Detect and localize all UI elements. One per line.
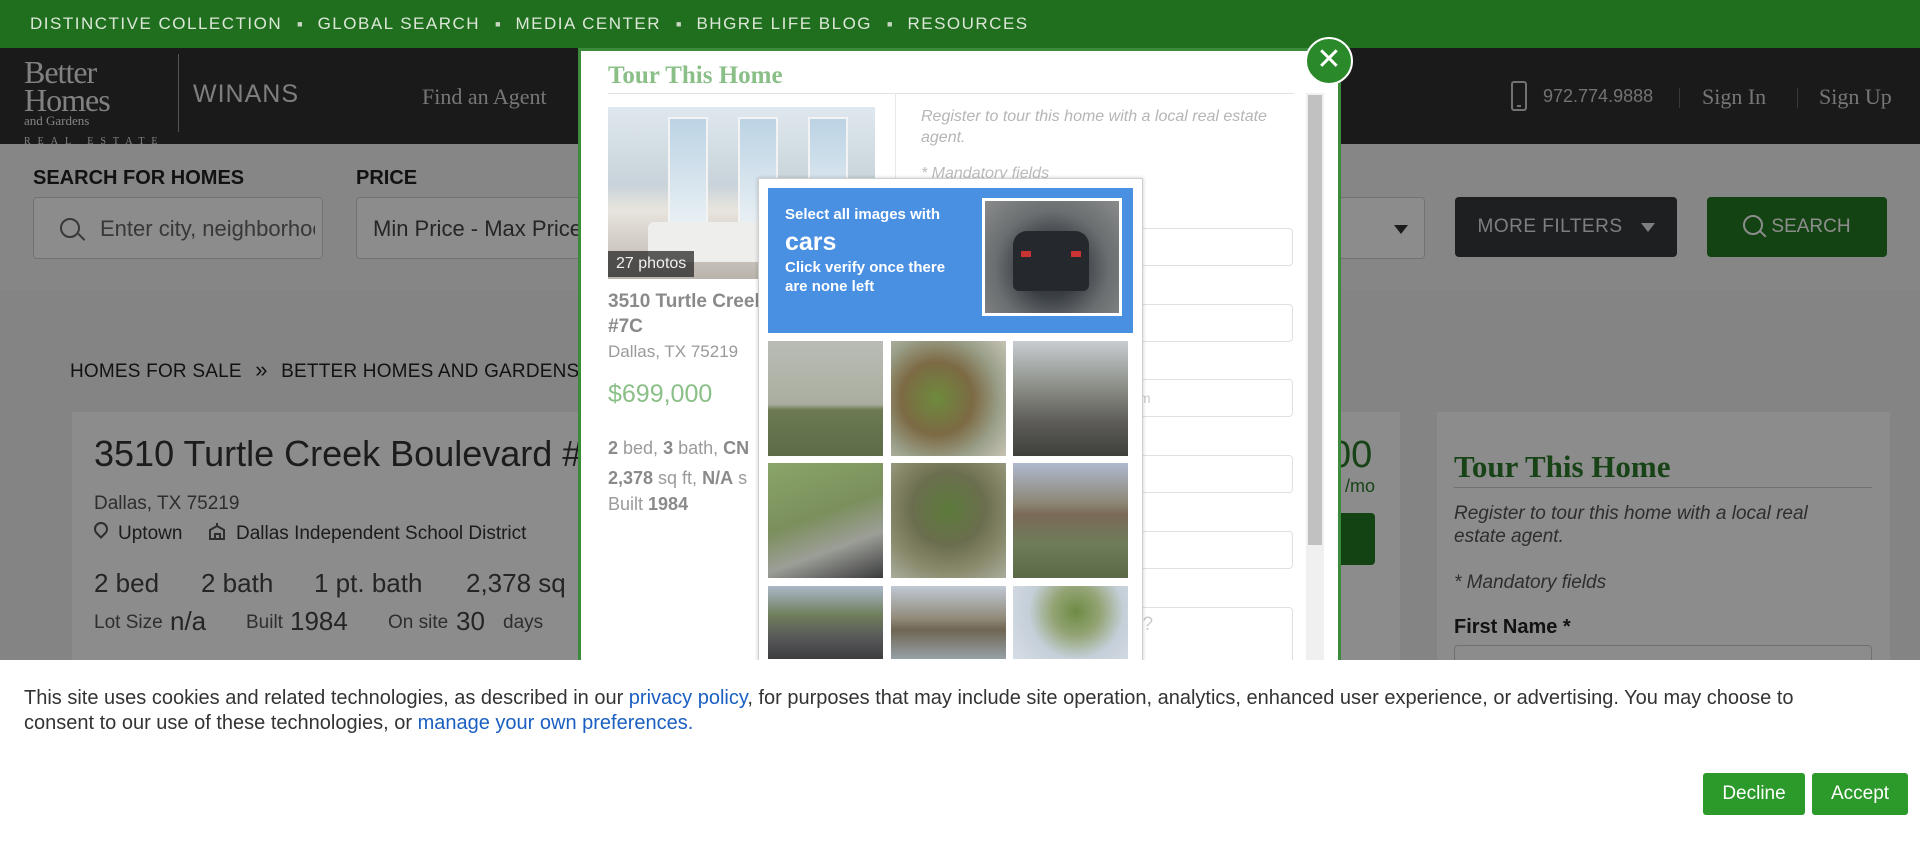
sqft-text: sq ft,	[653, 468, 703, 488]
s-text: s	[733, 468, 748, 488]
captcha-tile[interactable]	[767, 585, 884, 660]
cn-text: CN	[723, 438, 750, 458]
bullet-separator: ■	[495, 19, 501, 29]
cookie-text-middle: , for purposes that may include site ope…	[747, 687, 1794, 709]
bath-count: 3	[663, 438, 674, 458]
captcha-tile[interactable]	[1012, 462, 1129, 579]
modal-title: Tour This Home	[608, 62, 783, 89]
bed-count: 2	[608, 438, 619, 458]
topbar-link-resources[interactable]: RESOURCES	[907, 14, 1028, 34]
captcha-tile[interactable]	[767, 340, 884, 457]
captcha-sample-image	[982, 198, 1122, 316]
top-utility-bar: DISTINCTIVE COLLECTION ■ GLOBAL SEARCH ■…	[0, 0, 1920, 48]
modal-stats: 2 bed, 3 bath, CN 2,378 sq ft, N/A s	[608, 433, 778, 493]
captcha-tile[interactable]	[767, 462, 884, 579]
captcha-tile[interactable]	[890, 585, 1007, 660]
bath-text: bath,	[673, 438, 724, 458]
taillight	[1071, 251, 1081, 257]
topbar-link-global-search[interactable]: GLOBAL SEARCH	[318, 14, 480, 34]
bullet-separator: ■	[887, 19, 893, 29]
captcha-tile[interactable]	[1012, 340, 1129, 457]
photo-count-badge[interactable]: 27 photos	[608, 251, 695, 277]
bullet-separator: ■	[297, 19, 303, 29]
captcha-tile[interactable]	[890, 462, 1007, 579]
topbar-link-media-center[interactable]: MEDIA CENTER	[516, 14, 662, 34]
car-image	[1013, 231, 1089, 291]
scrollbar-thumb[interactable]	[1308, 95, 1322, 545]
bullet-separator: ■	[676, 19, 682, 29]
modal-price: $699,000	[608, 380, 713, 408]
close-icon[interactable]: ✕	[1305, 37, 1353, 85]
captcha-instruction: Select all images with	[785, 206, 941, 223]
manage-preferences-link[interactable]: manage your own preferences.	[418, 712, 694, 734]
built-label: Built	[608, 494, 649, 514]
sqft-count: 2,378	[608, 468, 654, 488]
bed-text: bed,	[618, 438, 664, 458]
captcha-hint: Click verify once there are none left	[785, 259, 946, 295]
taillight	[1021, 251, 1031, 257]
decline-button[interactable]: Decline	[1703, 773, 1805, 815]
modal-city: Dallas, TX 75219	[608, 342, 739, 361]
modal-built: Built 1984	[608, 494, 688, 515]
captcha-tile[interactable]	[1012, 585, 1129, 660]
cookie-text-line2: consent to our use of these technologies…	[24, 712, 418, 734]
cookie-text: This site uses cookies and related techn…	[24, 686, 1920, 736]
privacy-policy-link[interactable]: privacy policy	[629, 687, 748, 709]
topbar-link-blog[interactable]: BHGRE LIFE BLOG	[696, 14, 872, 34]
cookie-text-start: This site uses cookies and related techn…	[24, 687, 629, 709]
captcha-target: cars	[785, 228, 837, 256]
captcha-tile[interactable]	[890, 340, 1007, 457]
na-text: N/A	[702, 468, 734, 488]
topbar-link-distinctive[interactable]: DISTINCTIVE COLLECTION	[30, 14, 282, 34]
built-year: 1984	[648, 494, 689, 514]
accept-button[interactable]: Accept	[1812, 773, 1908, 815]
divider	[608, 93, 1294, 94]
modal-register-text: Register to tour this home with a local …	[921, 108, 1267, 146]
photo-window	[668, 117, 708, 227]
